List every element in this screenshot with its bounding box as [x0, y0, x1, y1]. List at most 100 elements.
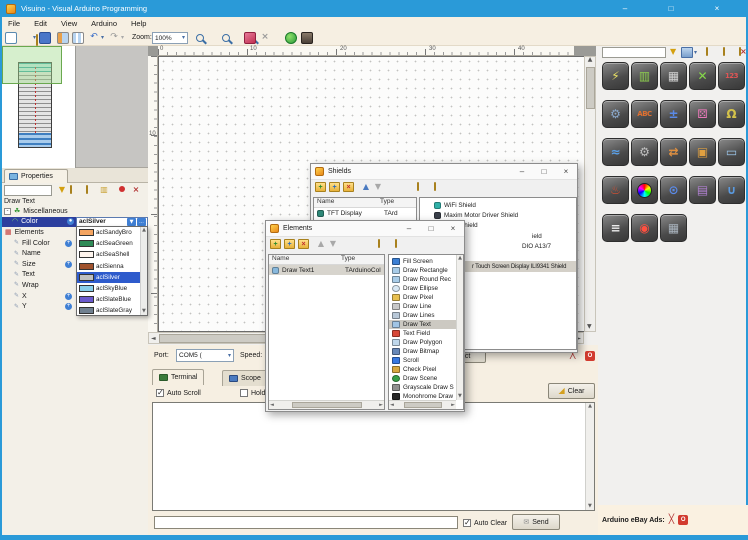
tab-terminal[interactable]: Terminal [152, 369, 204, 385]
toolbox-icon-matrix-keypad[interactable]: ▦ [660, 62, 687, 90]
expand-all-icon[interactable] [723, 47, 725, 56]
filter-icon[interactable]: ▼ [56, 184, 68, 196]
shields-close-button[interactable]: × [555, 167, 577, 176]
toolbox-icon-network[interactable]: ✕ [689, 62, 716, 90]
element-type-draw-pixel[interactable]: Draw Pixel [389, 293, 456, 302]
elements-maximize-button[interactable]: □ [420, 224, 442, 233]
toolbox-icon-digits[interactable]: 123 [718, 62, 745, 90]
column-name[interactable]: Name [314, 198, 380, 207]
save-icon[interactable] [39, 32, 51, 44]
tab-scope[interactable]: Scope [222, 370, 268, 386]
column-type[interactable]: Type [380, 198, 394, 207]
expand-all-icon[interactable] [378, 239, 380, 248]
send-button[interactable]: ✉ Send [512, 514, 560, 530]
element-types-hscrollbar[interactable]: ◄ ► [389, 400, 456, 409]
hold-checkbox[interactable]: Hold [240, 389, 265, 397]
element-type-text-field[interactable]: Text Field [389, 329, 456, 338]
scrollbar-thumb[interactable] [292, 402, 362, 408]
zoom-combobox[interactable]: 100%▾ [152, 32, 188, 44]
menu-edit[interactable]: Edit [34, 19, 47, 28]
expand-all-icon[interactable] [417, 182, 419, 191]
scrollbar-thumb[interactable] [404, 402, 442, 408]
toolbox-icon-displays[interactable]: ▭ [718, 138, 745, 166]
scroll-left-icon[interactable]: ◄ [390, 403, 394, 408]
terminal-scrollbar[interactable]: ▲ ▼ [585, 403, 594, 510]
redo-dropdown-icon[interactable]: ▾ [119, 32, 126, 44]
element-type-draw-text[interactable]: Draw Text [389, 320, 456, 329]
properties-filter-input[interactable] [4, 185, 52, 196]
toolbox-icon-motor[interactable]: ⚙ [602, 100, 629, 128]
color-option-seagreen[interactable]: aclSeaGreen [77, 238, 147, 249]
elements-close-button[interactable]: × [442, 224, 464, 233]
auto-clear-checkbox[interactable]: Auto Clear [463, 519, 507, 527]
color-option-skyblue[interactable]: aclSkyBlue [77, 283, 147, 294]
ads-settings-icon[interactable]: ╳ [669, 516, 674, 525]
element-type-scroll[interactable]: Scroll [389, 356, 456, 365]
toolbox-icon-converters[interactable]: ⇄ [660, 138, 687, 166]
delete-shield-icon[interactable]: × [343, 182, 354, 192]
menu-view[interactable]: View [61, 19, 77, 28]
color-option-sandybrown[interactable]: aclSandyBro [77, 227, 147, 238]
scroll-left-icon[interactable]: ◄ [270, 403, 274, 408]
tree-prop-color[interactable]: ◠ Color ● [2, 217, 78, 228]
scroll-right-icon[interactable]: ► [379, 403, 383, 408]
canvas-vertical-scrollbar[interactable]: ▲ ▼ [584, 56, 596, 332]
compile-icon[interactable] [285, 32, 297, 44]
shields-titlebar[interactable]: Shields – □ × [311, 164, 577, 180]
menu-file[interactable]: File [8, 19, 20, 28]
new-folder-icon[interactable] [706, 47, 708, 56]
element-row-draw-text1[interactable]: Draw Text1 TArduinoCol [269, 265, 384, 275]
element-type-fill-screen[interactable]: Fill Screen [389, 257, 456, 266]
toolbox-icon-measurement[interactable]: Ω [718, 100, 745, 128]
move-up-icon[interactable]: ▲ [361, 182, 371, 192]
columns-icon[interactable]: ▥ [98, 184, 110, 196]
toolbox-icon-water-flow[interactable]: ∪ [718, 176, 745, 204]
new-project-icon[interactable] [5, 32, 17, 44]
toolbox-icon-random-generators[interactable]: ⚄ [689, 100, 716, 128]
instances-dropdown-icon[interactable]: ▾ [694, 50, 697, 56]
toolbox-icon-color-wheel[interactable] [631, 176, 658, 204]
instances-icon[interactable] [681, 47, 693, 58]
color-dropdown-button[interactable]: ▼ [127, 218, 136, 226]
clear-button[interactable]: ◢ Clear [548, 383, 595, 399]
tab-properties[interactable]: Properties [4, 169, 68, 183]
element-type-check-pixel[interactable]: Check Pixel [389, 365, 456, 374]
scrollbar-thumb[interactable] [586, 67, 595, 109]
toolbox-icon-date-time[interactable]: ⊙ [660, 176, 687, 204]
port-combobox[interactable]: COM5 (▾ [176, 349, 234, 362]
scroll-right-icon[interactable]: ► [451, 403, 455, 408]
toolbox-clear-filter-icon[interactable]: × [740, 48, 747, 56]
add-element-icon[interactable]: + [270, 239, 281, 249]
scroll-up-icon[interactable]: ▲ [142, 228, 146, 233]
element-type-draw-round-rect[interactable]: Draw Round Rec [389, 275, 456, 284]
scroll-down-icon[interactable]: ▼ [587, 324, 592, 330]
elements-titlebar[interactable]: Elements – □ × [266, 221, 464, 237]
checkbox-checked-icon[interactable] [156, 389, 164, 397]
add-shield-icon[interactable]: + [315, 182, 326, 192]
menu-arduino[interactable]: Arduino [91, 19, 117, 28]
toolbox-icon-file-document[interactable]: ≡ [602, 214, 629, 242]
element-type-draw-bitmap[interactable]: Draw Bitmap [389, 347, 456, 356]
zoom-out-icon[interactable] [222, 34, 230, 42]
toolbox-icon-logic-gears[interactable]: ⚙ [631, 138, 658, 166]
minimap-viewport[interactable] [2, 46, 62, 84]
checkbox-unchecked-icon[interactable] [240, 389, 248, 397]
shields-maximize-button[interactable]: □ [533, 167, 555, 176]
color-option-silver[interactable]: aclSilver [77, 272, 147, 283]
toolbox-icon-mesh-network[interactable]: ▦ [660, 214, 687, 242]
color-option-seashell[interactable]: aclSeaShell [77, 249, 147, 260]
toolbox-icon-text[interactable]: ABC [631, 100, 658, 128]
color-pin-icon[interactable]: ● [67, 218, 74, 225]
collapse-icon[interactable]: - [4, 208, 11, 215]
element-type-draw-polygon[interactable]: Draw Polygon [389, 338, 456, 347]
elements-list-header[interactable]: Name Type [269, 255, 384, 265]
move-down-icon[interactable]: ▼ [328, 239, 338, 249]
color-option-slategray[interactable]: aclSlateGray [77, 305, 147, 316]
format-icon[interactable] [244, 32, 256, 44]
scroll-down-icon[interactable]: ▼ [142, 309, 146, 314]
checkbox-checked-icon[interactable] [463, 519, 471, 527]
expand-categories-icon[interactable] [70, 185, 72, 194]
scroll-up-icon[interactable]: ▲ [588, 57, 593, 63]
element-type-monochrome-draw[interactable]: Monohrome Draw [389, 392, 456, 400]
menu-help[interactable]: Help [131, 19, 146, 28]
